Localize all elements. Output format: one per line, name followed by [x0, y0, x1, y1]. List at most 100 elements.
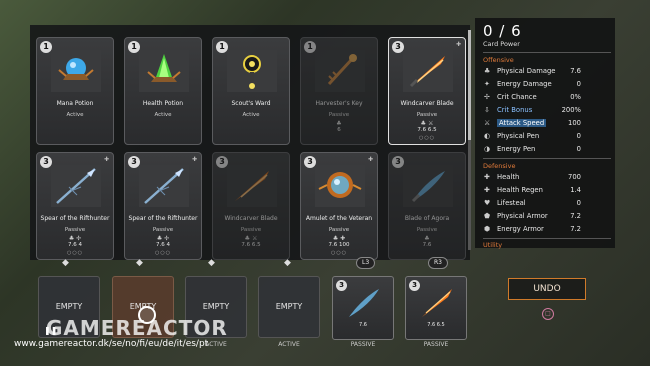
card-stats: ♣ 7.6 — [389, 235, 465, 248]
watermark-url: www.gamereactor.dk/se/no/fi/eu/de/it/es/… — [14, 339, 209, 349]
fist-icon: ♣ ✢ — [68, 235, 82, 242]
utility-header: Utility — [483, 241, 503, 249]
slot-empty-label: EMPTY — [202, 302, 230, 311]
energy-pen-icon: ◑ — [484, 145, 491, 153]
health-icon: ✚ — [484, 173, 490, 181]
defensive-header: Defensive — [483, 162, 516, 170]
phys-armor-icon: ⬟ — [484, 212, 491, 220]
stat-health: ✚ Health 700 — [484, 173, 581, 181]
card-amulet-veteran[interactable]: 3 ✚ Amulet of the Veteran Passive ♣ ✚ 7.… — [300, 152, 378, 260]
divider — [483, 238, 611, 239]
undo-button[interactable]: UNDO — [508, 278, 586, 300]
card-type: Passive — [416, 112, 438, 118]
slot-6-equipped[interactable]: 3 7.6 6.5 — [405, 276, 467, 340]
blade-icon — [349, 289, 379, 317]
slot-5-equipped[interactable]: 3 7.6 — [332, 276, 394, 340]
offensive-header: Offensive — [483, 56, 514, 64]
fist-icon: ♣ ✢ — [156, 235, 170, 242]
game-screen: 1 Mana Potion Active 1 Health Potion Act… — [0, 0, 650, 366]
card-type: Active — [242, 112, 260, 118]
card-mana-potion[interactable]: 1 Mana Potion Active — [36, 37, 114, 145]
upgrade-dots: ○○○ — [330, 250, 348, 256]
stat-attack-speed: ⚔ Attack Speed 100 — [484, 119, 581, 127]
card-name: Spear of the Rifthunter — [128, 215, 198, 222]
card-name: Spear of the Rifthunter — [40, 215, 110, 222]
health-potion-icon — [139, 50, 189, 92]
card-stats: ♣ ✢ 7.6 4 — [125, 235, 201, 248]
energy-icon: ✦ — [484, 80, 490, 88]
phys-pen-icon: ◐ — [484, 132, 491, 140]
card-name: Windcarver Blade — [400, 100, 454, 107]
card-type: Active — [154, 112, 172, 118]
dpad-up-icon: ◆ — [136, 258, 143, 268]
slot-4[interactable]: EMPTY — [258, 276, 320, 338]
card-type: Passive — [328, 112, 350, 118]
mana-potion-icon — [51, 50, 101, 92]
card-stats: ♣ ✚ 7.6 100 — [301, 235, 377, 248]
regen-icon: ♣ — [336, 120, 342, 127]
card-spear-rifthunter-1[interactable]: 3 ✚ Spear of the Rifthunter Passive ♣ ✢ … — [36, 152, 114, 260]
card-name: Health Potion — [142, 100, 184, 107]
card-name: Harvester's Key — [315, 100, 363, 107]
card-type: Passive — [416, 227, 438, 233]
stat-energy-armor: ⬢ Energy Armor 7.2 — [484, 225, 581, 233]
fist-icon: ♣ ⚔ — [420, 120, 434, 127]
plus-icon: ✚ — [103, 156, 109, 163]
blade-icon — [422, 289, 452, 317]
card-name: Blade of Agora — [404, 215, 450, 222]
slot-footer: PASSIVE — [350, 341, 376, 348]
scrollbar-thumb[interactable] — [468, 30, 471, 140]
card-stats: ♣ ⚔ 7.6 6.5 — [213, 235, 289, 248]
divider — [483, 158, 611, 159]
blade-icon — [227, 165, 277, 207]
plus-icon: ✚ — [455, 41, 461, 48]
lifesteal-icon: ♥ — [484, 199, 491, 207]
stat-physical-pen: ◐ Physical Pen 0 — [484, 132, 581, 140]
upgrade-dots: ○○○ — [418, 135, 436, 141]
card-health-potion[interactable]: 1 Health Potion Active — [124, 37, 202, 145]
card-spear-rifthunter-2[interactable]: 3 ✚ Spear of the Rifthunter Passive ♣ ✢ … — [124, 152, 202, 260]
slot-empty-label: EMPTY — [275, 302, 303, 311]
spear-icon — [139, 165, 189, 207]
health-icon: ♣ ✚ — [332, 235, 346, 242]
stat-health-regen: ✚ Health Regen 1.4 — [484, 186, 581, 194]
card-stats: ♣ ⚔ 7.6 6.5 — [389, 120, 465, 133]
fist-icon: ♣ ⚔ — [244, 235, 258, 242]
card-name: Scout's Ward — [231, 100, 271, 107]
card-windcarver-blade[interactable]: 3 ✚ Windcarver Blade Passive ♣ ⚔ 7.6 6.5… — [388, 37, 466, 145]
upgrade-dots: ○○○ — [66, 250, 84, 256]
key-icon — [315, 50, 365, 92]
card-name: Mana Potion — [56, 100, 94, 107]
l3-button: L3 — [356, 257, 376, 269]
r3-button: R3 — [428, 257, 448, 269]
plus-icon: ✚ — [191, 156, 197, 163]
card-power-value: 0 / 6 — [483, 22, 522, 40]
crit-bonus-icon: ⇩ — [484, 106, 490, 114]
card-blade-agora[interactable]: 3 Blade of Agora Passive ♣ 7.6 — [388, 152, 466, 260]
blade-icon — [403, 165, 453, 207]
amulet-icon — [315, 165, 365, 207]
slot-footer: ACTIVE — [278, 341, 300, 348]
crit-icon: ✢ — [484, 93, 490, 101]
card-stats: 7.6 6.5 — [427, 322, 445, 328]
slot-footer: PASSIVE — [423, 341, 449, 348]
square-button-icon: □ — [542, 308, 554, 320]
blade-icon — [403, 50, 453, 92]
upgrade-dots: ○○○ — [154, 250, 172, 256]
card-stats: ♣ 6 — [301, 120, 377, 133]
stat-energy-damage: ✦ Energy Damage 0 — [484, 80, 581, 88]
spear-icon — [51, 165, 101, 207]
ward-icon — [227, 50, 277, 92]
card-scouts-ward[interactable]: 1 Scout's Ward Active — [212, 37, 290, 145]
card-windcarver-blade-2[interactable]: 3 Windcarver Blade Passive ♣ ⚔ 7.6 6.5 — [212, 152, 290, 260]
card-stats: ♣ ✢ 7.6 4 — [37, 235, 113, 248]
card-type: Passive — [328, 227, 350, 233]
attack-speed-icon: ⚔ — [484, 119, 491, 127]
card-harvesters-key[interactable]: 1 Harvester's Key Passive ♣ 6 — [300, 37, 378, 145]
card-type: Passive — [64, 227, 86, 233]
stat-lifesteal: ♥ Lifesteal 0 — [484, 199, 581, 207]
card-name: Windcarver Blade — [224, 215, 278, 222]
card-name: Amulet of the Veteran — [305, 215, 373, 222]
plus-icon: ✚ — [367, 156, 373, 163]
energy-armor-icon: ⬢ — [484, 225, 491, 233]
